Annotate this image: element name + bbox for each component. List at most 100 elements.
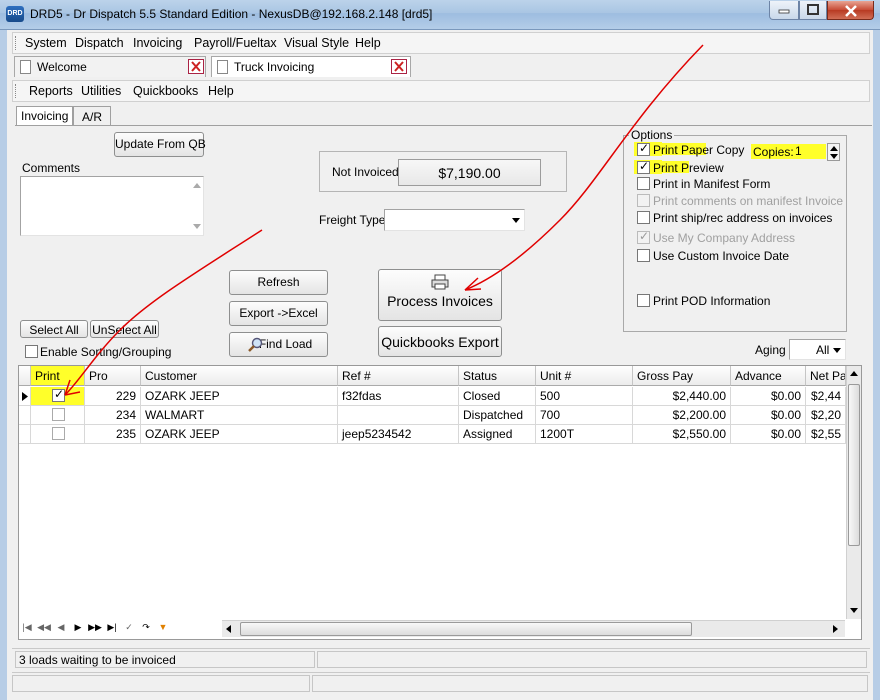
net-pay-cell[interactable]: $2,44 xyxy=(806,387,846,406)
column-header-print[interactable]: Print xyxy=(31,366,85,386)
freight-type-label: Freight Type xyxy=(319,213,386,227)
window-title: DRD5 - Dr Dispatch 5.5 Standard Edition … xyxy=(30,7,433,21)
menu-system[interactable]: System xyxy=(25,36,67,50)
maximize-button[interactable] xyxy=(799,1,827,20)
gross-pay-cell[interactable]: $2,550.00 xyxy=(633,425,731,444)
print-cell[interactable] xyxy=(31,406,85,425)
update-from-qb-button[interactable]: Update From QB xyxy=(114,132,206,157)
close-tab-button[interactable] xyxy=(391,59,407,74)
prev-page-icon[interactable]: ◀◀ xyxy=(36,620,52,636)
export-excel-button[interactable]: Export ->Excel xyxy=(229,301,328,326)
filter-icon[interactable]: ▼ xyxy=(155,620,171,636)
first-record-icon[interactable]: |◀ xyxy=(19,620,35,636)
gross-pay-cell[interactable]: $2,200.00 xyxy=(633,406,731,425)
toolbar-grip xyxy=(15,84,17,98)
advance-cell[interactable]: $0.00 xyxy=(731,406,806,425)
ref-cell[interactable]: f32fdas xyxy=(338,387,459,406)
status-cell[interactable]: Assigned xyxy=(459,425,536,444)
unselect-all-button[interactable]: UnSelect All xyxy=(90,320,159,338)
menu-utilities[interactable]: Utilities xyxy=(81,84,121,98)
doc-tab-truck-invoicing[interactable]: Truck Invoicing xyxy=(211,56,411,77)
status-cell[interactable]: Dispatched xyxy=(459,406,536,425)
menu-help[interactable]: Help xyxy=(355,36,381,50)
menu-help-sub[interactable]: Help xyxy=(208,84,234,98)
unit-cell[interactable]: 500 xyxy=(536,387,633,406)
tab-ar[interactable]: A/R xyxy=(73,106,112,126)
quickbooks-export-button[interactable]: Quickbooks Export xyxy=(378,326,502,357)
close-icon xyxy=(394,61,404,72)
prev-record-icon[interactable]: ◀ xyxy=(53,620,69,636)
ref-cell[interactable]: jeep5234542 xyxy=(338,425,459,444)
column-header-unit[interactable]: Unit # xyxy=(536,366,633,386)
unit-cell[interactable]: 1200T xyxy=(536,425,633,444)
print-cell[interactable]: ✓ xyxy=(31,387,85,406)
post-check-icon[interactable]: ✓ xyxy=(121,620,137,636)
menu-quickbooks[interactable]: Quickbooks xyxy=(133,84,198,98)
column-header-gross-pay[interactable]: Gross Pay xyxy=(633,366,731,386)
vertical-scrollbar[interactable] xyxy=(846,366,861,619)
scroll-thumb[interactable] xyxy=(848,384,860,546)
gross-pay-cell[interactable]: $2,440.00 xyxy=(633,387,731,406)
minimize-icon xyxy=(778,9,790,14)
pro-cell[interactable]: 235 xyxy=(85,425,141,444)
comments-textarea[interactable] xyxy=(20,176,204,236)
advance-cell[interactable]: $0.00 xyxy=(731,387,806,406)
use-custom-invoice-date-checkbox[interactable] xyxy=(637,249,650,262)
column-header-net-pay[interactable]: Net Pay xyxy=(806,366,846,386)
copies-input[interactable]: 1 xyxy=(792,144,826,160)
row-print-checkbox[interactable]: ✓ xyxy=(52,387,65,402)
column-header-advance[interactable]: Advance xyxy=(731,366,806,386)
column-header-ref[interactable]: Ref # xyxy=(338,366,459,386)
customer-cell[interactable]: WALMART xyxy=(141,406,338,425)
aging-select[interactable]: All xyxy=(789,339,846,360)
next-record-icon[interactable]: ▶ xyxy=(70,620,86,636)
pro-cell[interactable]: 229 xyxy=(85,387,141,406)
net-pay-cell[interactable]: $2,20 xyxy=(806,406,846,425)
row-print-checkbox[interactable] xyxy=(52,427,65,440)
ref-cell[interactable] xyxy=(338,406,459,425)
doc-tab-welcome[interactable]: Welcome xyxy=(14,56,206,77)
next-page-icon[interactable]: ▶▶ xyxy=(87,620,103,636)
row-print-checkbox[interactable] xyxy=(52,408,65,421)
customer-cell[interactable]: OZARK JEEP xyxy=(141,425,338,444)
refresh-icon[interactable]: ↷ xyxy=(138,620,154,636)
status-cell[interactable]: Closed xyxy=(459,387,536,406)
select-all-button[interactable]: Select All xyxy=(20,320,88,338)
find-load-button[interactable]: Find Load xyxy=(229,332,328,357)
column-header-customer[interactable]: Customer xyxy=(141,366,338,386)
last-record-icon[interactable]: ▶| xyxy=(104,620,120,636)
document-tabs: Welcome Truck Invoicing xyxy=(12,56,870,78)
find-load-label: Find Load xyxy=(258,337,313,351)
print-preview-checkbox[interactable]: ✓ xyxy=(637,159,650,174)
close-button[interactable] xyxy=(827,1,874,20)
process-invoices-button[interactable]: Process Invoices xyxy=(378,269,502,321)
app-icon[interactable]: DRD xyxy=(6,6,24,22)
menu-dispatch[interactable]: Dispatch xyxy=(75,36,124,50)
print-paper-copy-label: Print Paper Copy xyxy=(653,143,745,157)
menu-invoicing[interactable]: Invoicing xyxy=(133,36,182,50)
minimize-button[interactable] xyxy=(769,1,799,20)
copies-spinner[interactable] xyxy=(827,143,840,161)
print-ship-rec-checkbox[interactable] xyxy=(637,211,650,224)
close-tab-button[interactable] xyxy=(188,59,204,74)
customer-cell[interactable]: OZARK JEEP xyxy=(141,387,338,406)
print-manifest-form-checkbox[interactable] xyxy=(637,177,650,190)
advance-cell[interactable]: $0.00 xyxy=(731,425,806,444)
print-cell[interactable] xyxy=(31,425,85,444)
column-header-status[interactable]: Status xyxy=(459,366,536,386)
column-header-pro[interactable]: Pro xyxy=(85,366,141,386)
refresh-button[interactable]: Refresh xyxy=(229,270,328,295)
horizontal-scrollbar[interactable] xyxy=(222,620,845,637)
print-pod-checkbox[interactable] xyxy=(637,294,650,307)
enable-sorting-checkbox[interactable] xyxy=(25,345,38,358)
freight-type-select[interactable] xyxy=(384,209,525,231)
tab-invoicing[interactable]: Invoicing xyxy=(16,106,74,126)
menu-reports[interactable]: Reports xyxy=(29,84,73,98)
pro-cell[interactable]: 234 xyxy=(85,406,141,425)
menu-visual-style[interactable]: Visual Style xyxy=(284,36,349,50)
h-scroll-thumb[interactable] xyxy=(240,622,692,636)
menu-payroll-fueltax[interactable]: Payroll/Fueltax xyxy=(194,36,277,50)
unit-cell[interactable]: 700 xyxy=(536,406,633,425)
net-pay-cell[interactable]: $2,55 xyxy=(806,425,846,444)
print-paper-copy-checkbox[interactable]: ✓ xyxy=(637,141,650,156)
